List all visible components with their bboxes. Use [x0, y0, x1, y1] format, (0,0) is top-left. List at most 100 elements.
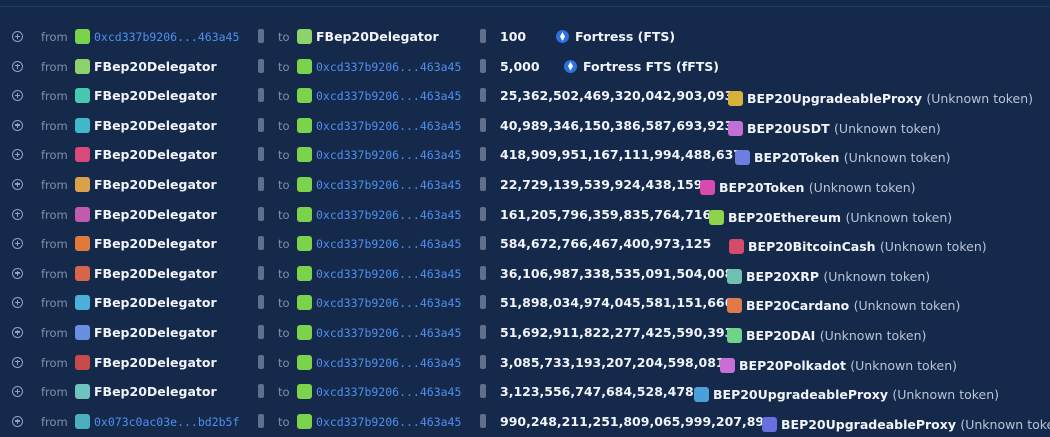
token-label[interactable]: BEP20Token: [754, 150, 839, 165]
token-name[interactable]: Fortress (FTS): [556, 29, 675, 44]
from-label: from: [41, 177, 68, 192]
from-party[interactable]: FBep20Delegator: [94, 59, 217, 74]
token-label[interactable]: BEP20BitcoinCash: [748, 239, 876, 254]
token-name[interactable]: BEP20Token (Unknown token): [735, 147, 951, 166]
transfer-row: from 0x073c0ac03e...bd2b5f to 0xcd337b92…: [0, 408, 1050, 437]
to-label: to: [278, 296, 290, 311]
expand-plus-icon[interactable]: [12, 31, 23, 42]
from-avatar-icon: [75, 117, 90, 133]
expand-plus-icon[interactable]: [12, 267, 23, 279]
from-party[interactable]: FBep20Delegator: [94, 266, 217, 281]
token-label[interactable]: BEP20Ethereum: [728, 210, 841, 225]
token-name[interactable]: BEP20Cardano (Unknown token): [727, 295, 960, 314]
token-name[interactable]: BEP20Polkadot (Unknown token): [720, 355, 957, 373]
token-name[interactable]: BEP20XRP (Unknown token): [727, 266, 930, 284]
copy-separator-icon: [258, 265, 264, 280]
transfer-row: from FBep20Delegator to 0xcd337b9206...4…: [0, 230, 1050, 260]
to-party[interactable]: 0xcd337b9206...463a45: [316, 356, 461, 370]
token-name[interactable]: BEP20USDT (Unknown token): [728, 118, 941, 136]
to-party[interactable]: 0xcd337b9206...463a45: [316, 415, 461, 429]
to-party[interactable]: 0xcd337b9206...463a45: [316, 326, 461, 340]
to-party[interactable]: FBep20Delegator: [316, 29, 439, 44]
token-label[interactable]: BEP20DAI: [746, 328, 815, 343]
from-party[interactable]: FBep20Delegator: [94, 147, 217, 162]
to-label: to: [278, 414, 290, 429]
from-party[interactable]: 0xcd337b9206...463a45: [94, 30, 239, 44]
token-label[interactable]: BEP20UpgradeableProxy: [713, 387, 888, 402]
from-party[interactable]: FBep20Delegator: [94, 207, 217, 222]
token-name[interactable]: BEP20Ethereum (Unknown token): [709, 207, 952, 225]
token-label[interactable]: Fortress FTS (fFTS): [583, 59, 719, 74]
token-label[interactable]: BEP20Token: [719, 180, 804, 195]
token-name[interactable]: BEP20UpgradeableProxy (Unknown token): [762, 414, 1050, 432]
token-name[interactable]: BEP20UpgradeableProxy (Unknown token): [694, 384, 999, 403]
from-party[interactable]: FBep20Delegator: [94, 384, 217, 399]
token-name[interactable]: BEP20DAI (Unknown token): [727, 325, 926, 343]
expand-plus-icon[interactable]: [12, 326, 23, 338]
from-party[interactable]: 0x073c0ac03e...bd2b5f: [94, 415, 239, 429]
to-party[interactable]: 0xcd337b9206...463a45: [316, 385, 461, 399]
copy-separator-icon: [258, 176, 264, 191]
from-label: from: [41, 89, 68, 104]
unknown-token-note: (Unknown token): [834, 120, 941, 136]
token-label[interactable]: BEP20USDT: [747, 121, 830, 136]
expand-plus-icon[interactable]: [12, 119, 23, 131]
token-label[interactable]: BEP20XRP: [746, 269, 819, 284]
expand-plus-icon[interactable]: [12, 208, 23, 220]
to-party[interactable]: 0xcd337b9206...463a45: [316, 119, 461, 133]
token-avatar-icon: [727, 298, 742, 314]
token-name[interactable]: Fortress FTS (fFTS): [564, 59, 719, 74]
to-party[interactable]: 0xcd337b9206...463a45: [316, 237, 461, 251]
from-party[interactable]: FBep20Delegator: [94, 88, 217, 103]
to-label: to: [278, 59, 290, 74]
expand-plus-icon[interactable]: [12, 386, 23, 398]
token-label[interactable]: BEP20UpgradeableProxy: [781, 417, 956, 432]
from-party[interactable]: FBep20Delegator: [94, 355, 217, 370]
from-party[interactable]: FBep20Delegator: [94, 118, 217, 133]
expand-plus-icon[interactable]: [12, 238, 23, 250]
from-avatar-icon: [75, 354, 90, 370]
expand-plus-icon[interactable]: [12, 90, 23, 102]
from-party[interactable]: FBep20Delegator: [94, 236, 217, 251]
from-avatar-icon: [75, 29, 90, 44]
copy-separator-icon: [258, 29, 264, 43]
to-party[interactable]: 0xcd337b9206...463a45: [316, 208, 461, 222]
expand-plus-icon[interactable]: [12, 356, 23, 368]
expand-plus-icon[interactable]: [12, 178, 23, 190]
to-party[interactable]: 0xcd337b9206...463a45: [316, 267, 461, 281]
expand-plus-icon[interactable]: [12, 415, 23, 427]
expand-plus-icon[interactable]: [12, 60, 23, 72]
token-label[interactable]: BEP20Cardano: [746, 298, 849, 313]
token-name[interactable]: BEP20BitcoinCash (Unknown token): [729, 236, 987, 255]
from-party[interactable]: FBep20Delegator: [94, 325, 217, 340]
token-label[interactable]: Fortress (FTS): [575, 29, 675, 44]
token-avatar-icon: [720, 357, 735, 373]
copy-separator-icon: [480, 265, 486, 280]
to-label: to: [278, 148, 290, 163]
copy-separator-icon: [480, 354, 486, 369]
from-party[interactable]: FBep20Delegator: [94, 177, 217, 192]
to-party[interactable]: 0xcd337b9206...463a45: [316, 178, 461, 192]
from-label: from: [41, 30, 68, 44]
token-label[interactable]: BEP20Polkadot: [739, 358, 846, 373]
to-party[interactable]: 0xcd337b9206...463a45: [316, 296, 461, 310]
expand-plus-icon[interactable]: [12, 297, 23, 309]
transfer-amount: 161,205,796,359,835,764,716: [500, 206, 712, 222]
token-name[interactable]: BEP20Token (Unknown token): [700, 177, 916, 195]
to-avatar-icon: [297, 265, 312, 281]
to-avatar-icon: [297, 324, 312, 340]
to-party[interactable]: 0xcd337b9206...463a45: [316, 89, 461, 103]
token-label[interactable]: BEP20UpgradeableProxy: [747, 91, 922, 106]
to-party[interactable]: 0xcd337b9206...463a45: [316, 60, 461, 74]
copy-separator-icon: [480, 206, 486, 221]
expand-plus-icon[interactable]: [12, 149, 23, 161]
from-label: from: [41, 237, 68, 252]
to-party[interactable]: 0xcd337b9206...463a45: [316, 148, 461, 162]
unknown-token-note: (Unknown token): [879, 239, 987, 255]
from-party[interactable]: FBep20Delegator: [94, 295, 217, 310]
transfer-amount: 3,123,556,747,684,528,478: [500, 384, 694, 400]
from-avatar-icon: [75, 413, 90, 429]
from-avatar-icon: [75, 324, 90, 340]
token-name[interactable]: BEP20UpgradeableProxy (Unknown token): [728, 88, 1033, 107]
from-avatar-icon: [75, 147, 90, 163]
